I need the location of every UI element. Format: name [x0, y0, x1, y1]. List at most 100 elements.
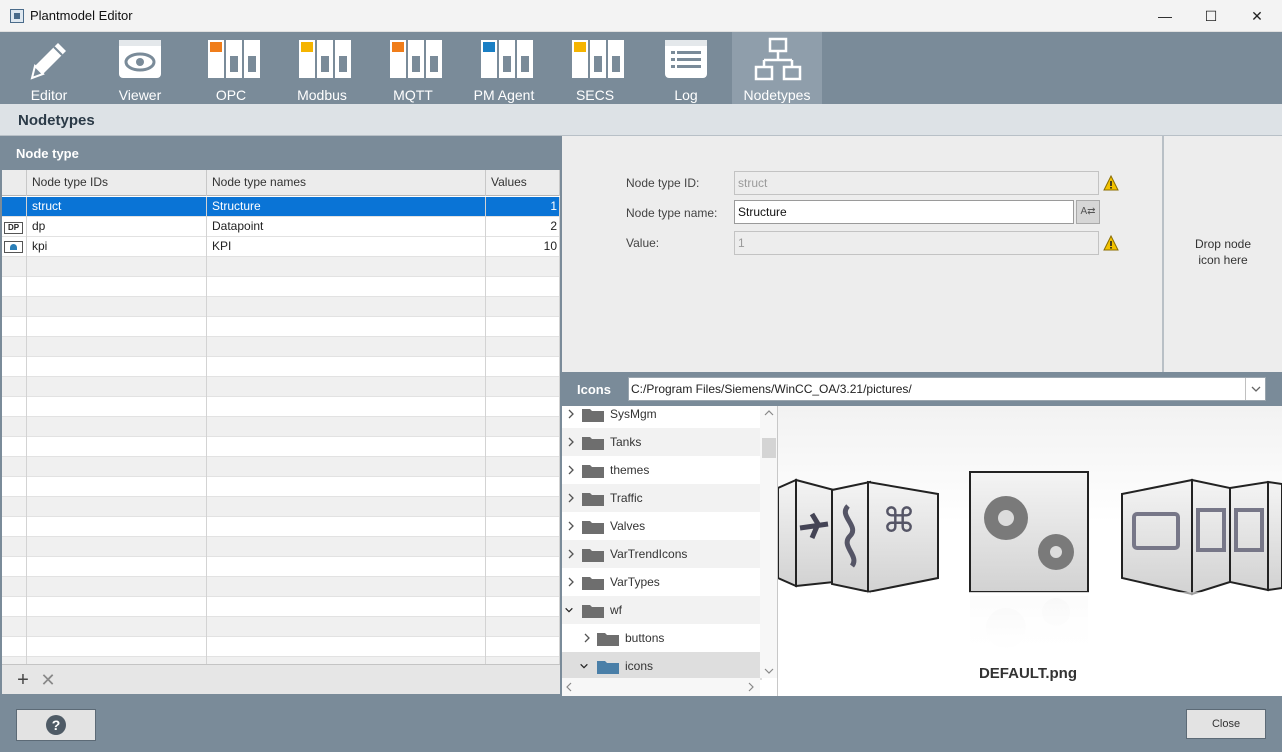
nodetype-value-field[interactable]: 1: [734, 231, 1099, 255]
empty-cell: [27, 277, 207, 297]
close-button[interactable]: Close: [1186, 709, 1266, 739]
chevron-right-icon[interactable]: [566, 520, 576, 532]
tool-opc[interactable]: OPC: [186, 32, 276, 104]
left-icon-stack[interactable]: ⌘: [778, 478, 939, 594]
empty-cell: [486, 577, 560, 597]
tool-nodetypes[interactable]: Nodetypes: [732, 32, 822, 104]
column-header-icon: [2, 170, 27, 196]
icon-drop-zone[interactable]: Drop node icon here: [1162, 136, 1282, 372]
tool-label: Modbus: [297, 87, 347, 103]
empty-cell: [486, 317, 560, 337]
tree-item-label: wf: [610, 603, 622, 617]
help-button[interactable]: ?: [16, 709, 96, 741]
chevron-right-icon[interactable]: [582, 632, 592, 644]
empty-cell: [207, 537, 486, 557]
minimize-button[interactable]: —: [1142, 0, 1188, 32]
icon-coverflow[interactable]: ⌘ DEFAULT.png: [778, 406, 1282, 696]
tool-editor[interactable]: Editor: [4, 32, 94, 104]
empty-cell: [207, 277, 486, 297]
empty-cell: [2, 637, 27, 657]
nodetype-name-field[interactable]: Structure: [734, 200, 1074, 224]
empty-cell: [2, 537, 27, 557]
empty-table-row: [2, 257, 560, 277]
empty-table-row: [2, 557, 560, 577]
close-window-button[interactable]: ✕: [1234, 0, 1280, 32]
translate-icon[interactable]: A⇄: [1076, 200, 1100, 224]
tree-item[interactable]: VarTrendIcons: [562, 540, 762, 568]
table-row[interactable]: kpi KPI 10: [2, 237, 560, 257]
tree-item[interactable]: Tanks: [562, 428, 762, 456]
empty-table-row: [2, 357, 560, 377]
tree-item[interactable]: icons: [562, 652, 762, 680]
right-icon-stack[interactable]: [1121, 478, 1282, 596]
chevron-down-icon[interactable]: [1245, 378, 1265, 400]
row-icon-cell: [2, 197, 27, 217]
tree-item[interactable]: VarTypes: [562, 568, 762, 596]
tool-pm-agent[interactable]: PM Agent: [459, 32, 549, 104]
cell-name: Structure: [207, 197, 486, 217]
tool-label: PM Agent: [473, 87, 535, 103]
remove-nodetype-button[interactable]: ✕: [37, 669, 59, 691]
column-header-names[interactable]: Node type names: [207, 170, 486, 196]
empty-cell: [207, 557, 486, 577]
table-row[interactable]: struct Structure 1: [2, 197, 560, 217]
add-nodetype-button[interactable]: +: [12, 669, 34, 691]
tool-modbus[interactable]: Modbus: [277, 32, 367, 104]
maximize-button[interactable]: ☐: [1188, 0, 1234, 32]
empty-cell: [27, 517, 207, 537]
tree-item[interactable]: Valves: [562, 512, 762, 540]
chevron-right-icon[interactable]: [566, 576, 576, 588]
empty-cell: [207, 377, 486, 397]
tree-item[interactable]: wf: [562, 596, 762, 624]
folder-icon: [582, 521, 604, 534]
chevron-right-icon[interactable]: [566, 492, 576, 504]
tree-item-label: VarTrendIcons: [610, 547, 688, 561]
nodetype-table[interactable]: Node type IDs Node type names Values str…: [2, 170, 560, 664]
tool-label: MQTT: [393, 87, 433, 103]
tool-mqtt[interactable]: MQTT: [368, 32, 458, 104]
tree-horizontal-scrollbar[interactable]: [562, 678, 760, 696]
empty-cell: [207, 317, 486, 337]
nodetype-form: Node type ID: struct Node type name: Str…: [562, 136, 1162, 372]
scroll-right-icon[interactable]: [748, 682, 754, 692]
tool-secs[interactable]: SECS: [550, 32, 640, 104]
chevron-right-icon[interactable]: [566, 464, 576, 476]
empty-cell: [207, 457, 486, 477]
id-label: Node type ID:: [626, 176, 700, 190]
tree-item-label: SysMgm: [610, 407, 657, 421]
tool-log[interactable]: Log: [641, 32, 731, 104]
column-header-ids[interactable]: Node type IDs: [27, 170, 207, 196]
empty-cell: [27, 657, 207, 664]
empty-cell: [486, 637, 560, 657]
scroll-up-icon[interactable]: [764, 410, 774, 416]
icon-path-select[interactable]: C:/Program Files/Siemens/WinCC_OA/3.21/p…: [628, 377, 1266, 401]
empty-cell: [27, 257, 207, 277]
table-row[interactable]: DP dp Datapoint 2: [2, 217, 560, 237]
empty-cell: [486, 377, 560, 397]
tree-item[interactable]: buttons: [562, 624, 762, 652]
chevron-right-icon[interactable]: [566, 408, 576, 420]
chevron-down-icon[interactable]: [579, 660, 589, 672]
page-title: Nodetypes: [18, 112, 95, 129]
folder-tree[interactable]: SysMgm Tanks themes Traffic Valves VarTr…: [562, 406, 778, 696]
tree-item[interactable]: Traffic: [562, 484, 762, 512]
scroll-thumb[interactable]: [762, 438, 776, 458]
folder-icon: [582, 577, 604, 590]
app-icon: [10, 9, 24, 23]
nodetype-panel: Node type Node type IDs Node type names …: [0, 136, 562, 696]
chevron-down-icon[interactable]: [564, 604, 574, 616]
tree-vertical-scrollbar[interactable]: [760, 406, 777, 678]
drop-text-line1: Drop node: [1194, 237, 1252, 251]
chevron-right-icon[interactable]: [566, 436, 576, 448]
nodetype-id-field[interactable]: struct: [734, 171, 1099, 195]
tool-label: OPC: [215, 87, 247, 103]
tool-viewer[interactable]: Viewer: [95, 32, 185, 104]
scroll-down-icon[interactable]: [764, 668, 774, 674]
scroll-left-icon[interactable]: [566, 682, 572, 692]
chevron-right-icon[interactable]: [566, 548, 576, 560]
column-header-values[interactable]: Values: [486, 170, 560, 196]
tree-item[interactable]: SysMgm: [562, 406, 762, 428]
empty-cell: [486, 437, 560, 457]
tree-item[interactable]: themes: [562, 456, 762, 484]
empty-table-row: [2, 497, 560, 517]
